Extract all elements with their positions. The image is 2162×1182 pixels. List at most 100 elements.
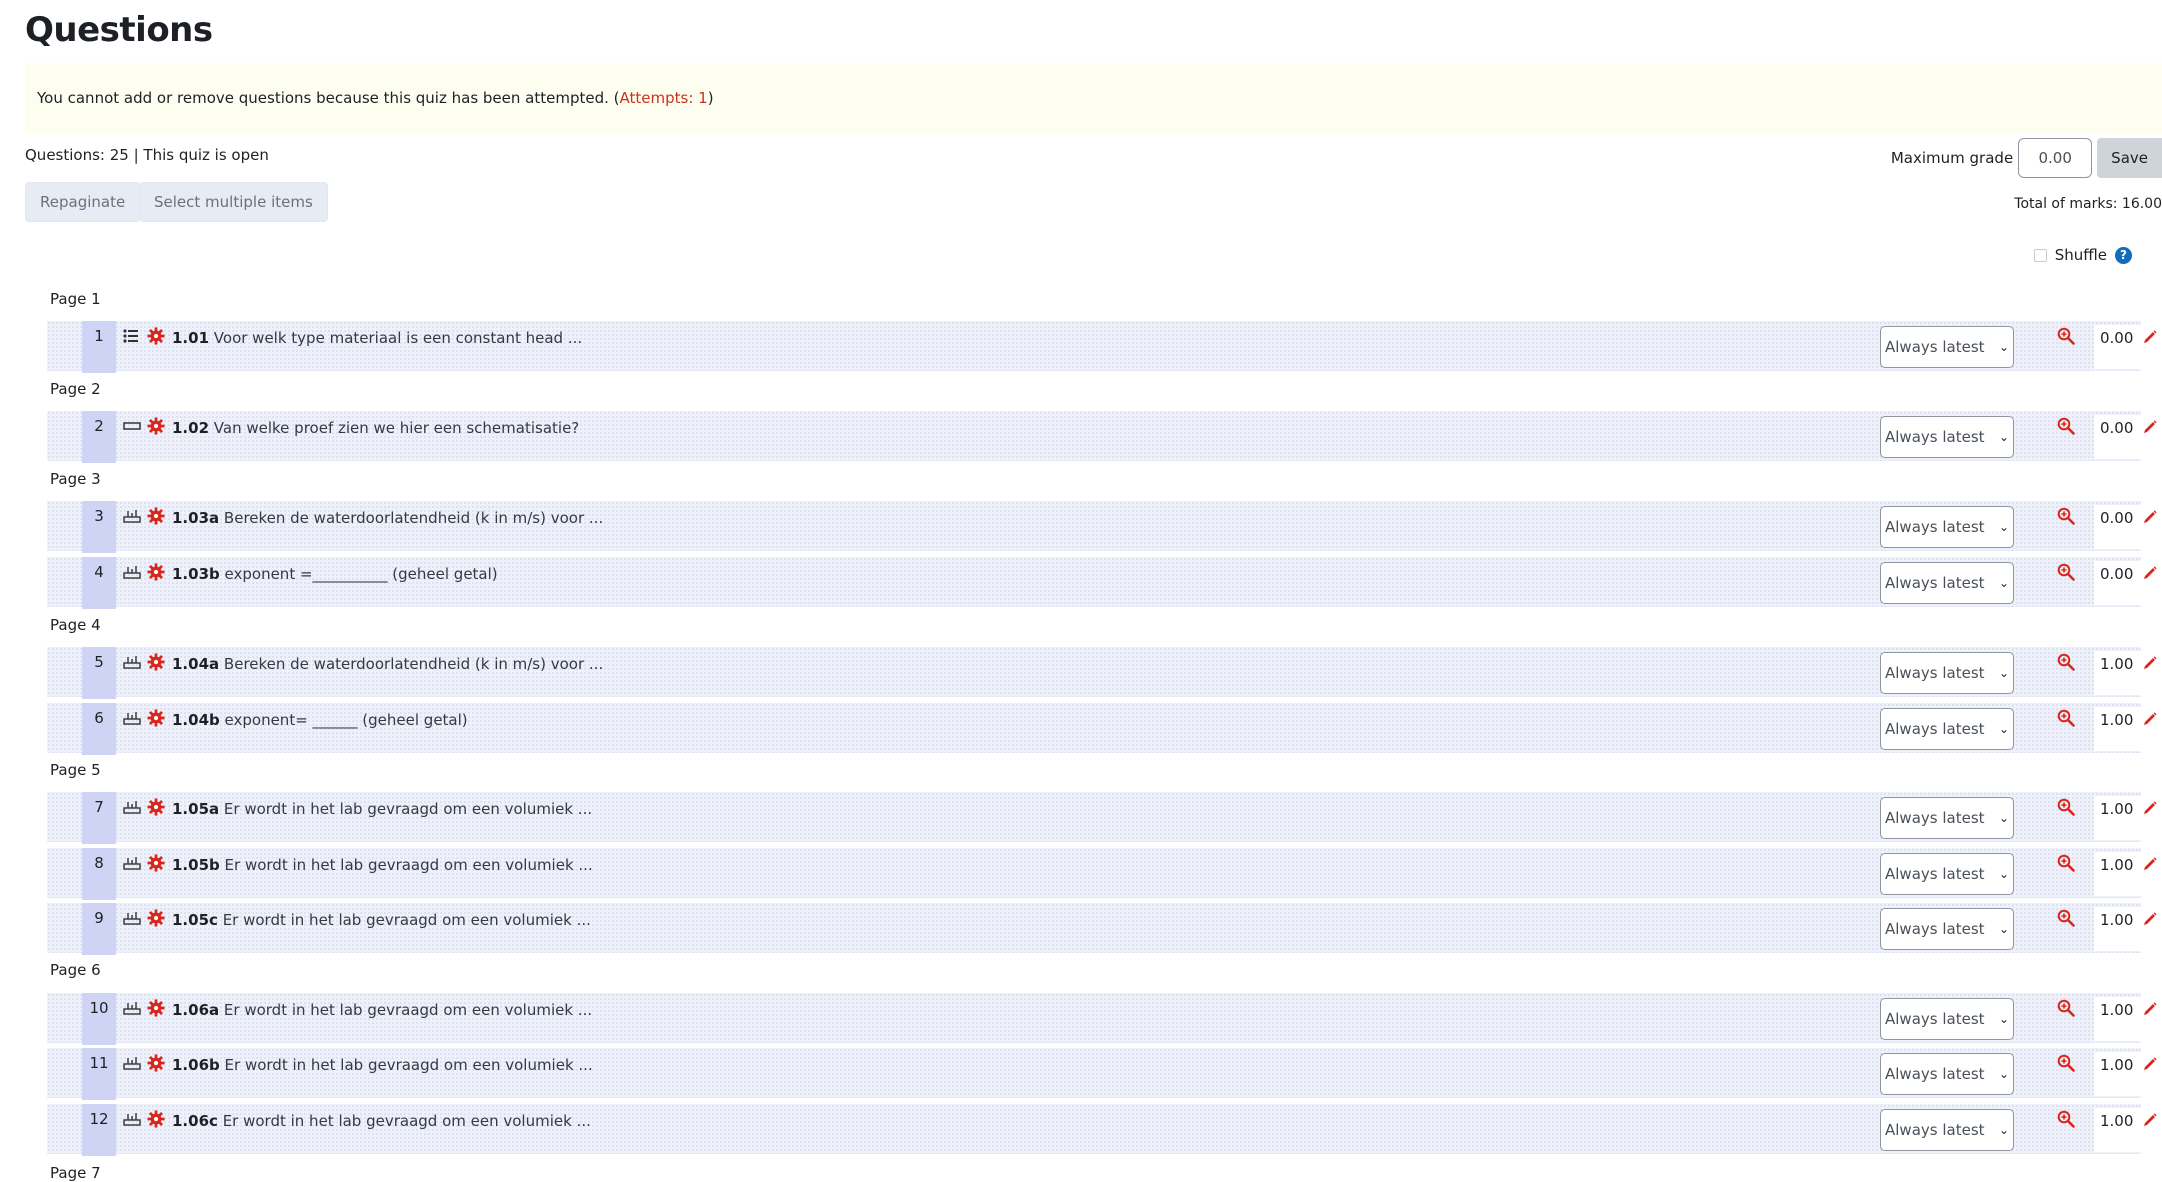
gear-icon[interactable] bbox=[147, 653, 165, 671]
maximum-grade-input[interactable] bbox=[2018, 138, 2093, 178]
chevron-down-icon: ⌄ bbox=[1998, 1123, 2009, 1137]
version-select-value: Always latest bbox=[1885, 428, 1985, 446]
page-heading: Page 4 bbox=[50, 616, 101, 634]
preview-zoom-icon[interactable] bbox=[2057, 999, 2077, 1019]
preview-zoom-icon[interactable] bbox=[2057, 327, 2077, 347]
question-edit-link[interactable]: 1.06a Er wordt in het lab gevraagd om ee… bbox=[172, 1001, 592, 1019]
question-edit-link[interactable]: 1.06b Er wordt in het lab gevraagd om ee… bbox=[172, 1056, 593, 1074]
gear-icon[interactable] bbox=[147, 999, 165, 1017]
mark-value: 0.00 bbox=[2100, 329, 2134, 347]
version-select[interactable]: Always latest ⌄ bbox=[1880, 797, 2014, 839]
version-select[interactable]: Always latest ⌄ bbox=[1880, 908, 2014, 950]
select-multiple-button[interactable]: Select multiple items bbox=[139, 182, 328, 222]
preview-zoom-icon[interactable] bbox=[2057, 1110, 2077, 1130]
version-select-value: Always latest bbox=[1885, 865, 1985, 883]
edit-mark-pencil-icon[interactable] bbox=[2142, 911, 2158, 927]
edit-mark-pencil-icon[interactable] bbox=[2142, 655, 2158, 671]
version-select[interactable]: Always latest ⌄ bbox=[1880, 326, 2014, 368]
version-select[interactable]: Always latest ⌄ bbox=[1880, 998, 2014, 1040]
edit-mark-pencil-icon[interactable] bbox=[2142, 1056, 2158, 1072]
version-select[interactable]: Always latest ⌄ bbox=[1880, 1109, 2014, 1151]
gear-icon[interactable] bbox=[147, 1054, 165, 1072]
gear-icon[interactable] bbox=[147, 1110, 165, 1128]
version-select[interactable]: Always latest ⌄ bbox=[1880, 562, 2014, 604]
version-select[interactable]: Always latest ⌄ bbox=[1880, 1053, 2014, 1095]
preview-zoom-icon[interactable] bbox=[2057, 709, 2077, 729]
question-mark: 1.00 bbox=[2094, 852, 2162, 896]
gear-icon[interactable] bbox=[147, 327, 165, 345]
edit-mark-pencil-icon[interactable] bbox=[2142, 565, 2158, 581]
question-edit-link[interactable]: 1.04a Bereken de waterdoorlatendheid (k … bbox=[172, 655, 603, 673]
question-mark: 1.00 bbox=[2094, 907, 2162, 951]
edit-mark-pencil-icon[interactable] bbox=[2142, 509, 2158, 525]
shuffle-checkbox[interactable] bbox=[2033, 248, 2047, 262]
preview-zoom-icon[interactable] bbox=[2057, 653, 2077, 673]
question-edit-link[interactable]: 1.02 Van welke proef zien we hier een sc… bbox=[172, 419, 579, 437]
page-heading: Page 7 bbox=[50, 1164, 101, 1182]
total-marks: Total of marks: 16.00 bbox=[2014, 196, 2162, 212]
edit-mark-pencil-icon[interactable] bbox=[2142, 329, 2158, 345]
gear-icon[interactable] bbox=[147, 798, 165, 816]
question-edit-link[interactable]: 1.05a Er wordt in het lab gevraagd om ee… bbox=[172, 800, 592, 818]
multichoice-icon bbox=[123, 329, 143, 345]
version-select[interactable]: Always latest ⌄ bbox=[1880, 506, 2014, 548]
question-text: Er wordt in het lab gevraagd om een volu… bbox=[222, 1112, 591, 1130]
preview-zoom-icon[interactable] bbox=[2057, 854, 2077, 874]
edit-mark-pencil-icon[interactable] bbox=[2142, 1001, 2158, 1017]
calculated-icon bbox=[123, 856, 143, 872]
version-select-value: Always latest bbox=[1885, 664, 1985, 682]
question-edit-link[interactable]: 1.03a Bereken de waterdoorlatendheid (k … bbox=[172, 509, 603, 527]
question-edit-link[interactable]: 1.03b exponent =__________ (geheel getal… bbox=[172, 565, 498, 583]
gear-icon[interactable] bbox=[147, 417, 165, 435]
save-grade-button[interactable]: Save bbox=[2097, 138, 2162, 178]
question-number: 2 bbox=[82, 411, 116, 463]
edit-mark-pencil-icon[interactable] bbox=[2142, 419, 2158, 435]
preview-zoom-icon[interactable] bbox=[2057, 563, 2077, 583]
question-text: Van welke proef zien we hier een schemat… bbox=[213, 419, 580, 437]
version-select[interactable]: Always latest ⌄ bbox=[1880, 853, 2014, 895]
version-select-value: Always latest bbox=[1885, 574, 1985, 592]
preview-zoom-icon[interactable] bbox=[2057, 798, 2077, 818]
attempted-alert: You cannot add or remove questions becau… bbox=[25, 63, 2162, 133]
version-select-value: Always latest bbox=[1885, 720, 1985, 738]
question-edit-link[interactable]: 1.05b Er wordt in het lab gevraagd om ee… bbox=[172, 856, 593, 874]
gear-icon[interactable] bbox=[147, 563, 165, 581]
question-code: 1.01 bbox=[172, 329, 210, 347]
edit-mark-pencil-icon[interactable] bbox=[2142, 800, 2158, 816]
question-number: 11 bbox=[82, 1048, 116, 1100]
gear-icon[interactable] bbox=[147, 507, 165, 525]
question-number: 7 bbox=[82, 792, 116, 844]
calculated-icon bbox=[123, 911, 143, 927]
version-select[interactable]: Always latest ⌄ bbox=[1880, 652, 2014, 694]
page-heading: Page 6 bbox=[50, 961, 101, 979]
page-heading: Page 3 bbox=[50, 470, 101, 488]
attempts-link[interactable]: Attempts: 1 bbox=[620, 89, 708, 107]
question-edit-link[interactable]: 1.01 Voor welk type materiaal is een con… bbox=[172, 329, 582, 347]
question-edit-link[interactable]: 1.05c Er wordt in het lab gevraagd om ee… bbox=[172, 911, 591, 929]
chevron-down-icon: ⌄ bbox=[1998, 811, 2009, 825]
question-mark: 1.00 bbox=[2094, 1052, 2162, 1096]
edit-mark-pencil-icon[interactable] bbox=[2142, 1112, 2158, 1128]
question-mark: 1.00 bbox=[2094, 651, 2162, 695]
gear-icon[interactable] bbox=[147, 909, 165, 927]
version-select[interactable]: Always latest ⌄ bbox=[1880, 416, 2014, 458]
edit-mark-pencil-icon[interactable] bbox=[2142, 856, 2158, 872]
question-edit-link[interactable]: 1.04b exponent= ______ (geheel getal) bbox=[172, 711, 468, 729]
preview-zoom-icon[interactable] bbox=[2057, 1054, 2077, 1074]
preview-zoom-icon[interactable] bbox=[2057, 507, 2077, 527]
edit-mark-pencil-icon[interactable] bbox=[2142, 711, 2158, 727]
preview-zoom-icon[interactable] bbox=[2057, 909, 2077, 929]
question-code: 1.02 bbox=[172, 419, 210, 437]
version-select[interactable]: Always latest ⌄ bbox=[1880, 708, 2014, 750]
mark-value: 1.00 bbox=[2100, 711, 2134, 729]
question-text: exponent= ______ (geheel getal) bbox=[224, 711, 468, 729]
quiz-questions-page: Questions You cannot add or remove quest… bbox=[0, 0, 2162, 1182]
help-icon[interactable]: ? bbox=[2115, 246, 2132, 264]
repaginate-button[interactable]: Repaginate bbox=[25, 182, 141, 222]
preview-zoom-icon[interactable] bbox=[2057, 417, 2077, 437]
question-edit-link[interactable]: 1.06c Er wordt in het lab gevraagd om ee… bbox=[172, 1112, 591, 1130]
gear-icon[interactable] bbox=[147, 854, 165, 872]
gear-icon[interactable] bbox=[147, 709, 165, 727]
chevron-down-icon: ⌄ bbox=[1998, 722, 2009, 736]
question-text: Er wordt in het lab gevraagd om een volu… bbox=[224, 1056, 593, 1074]
